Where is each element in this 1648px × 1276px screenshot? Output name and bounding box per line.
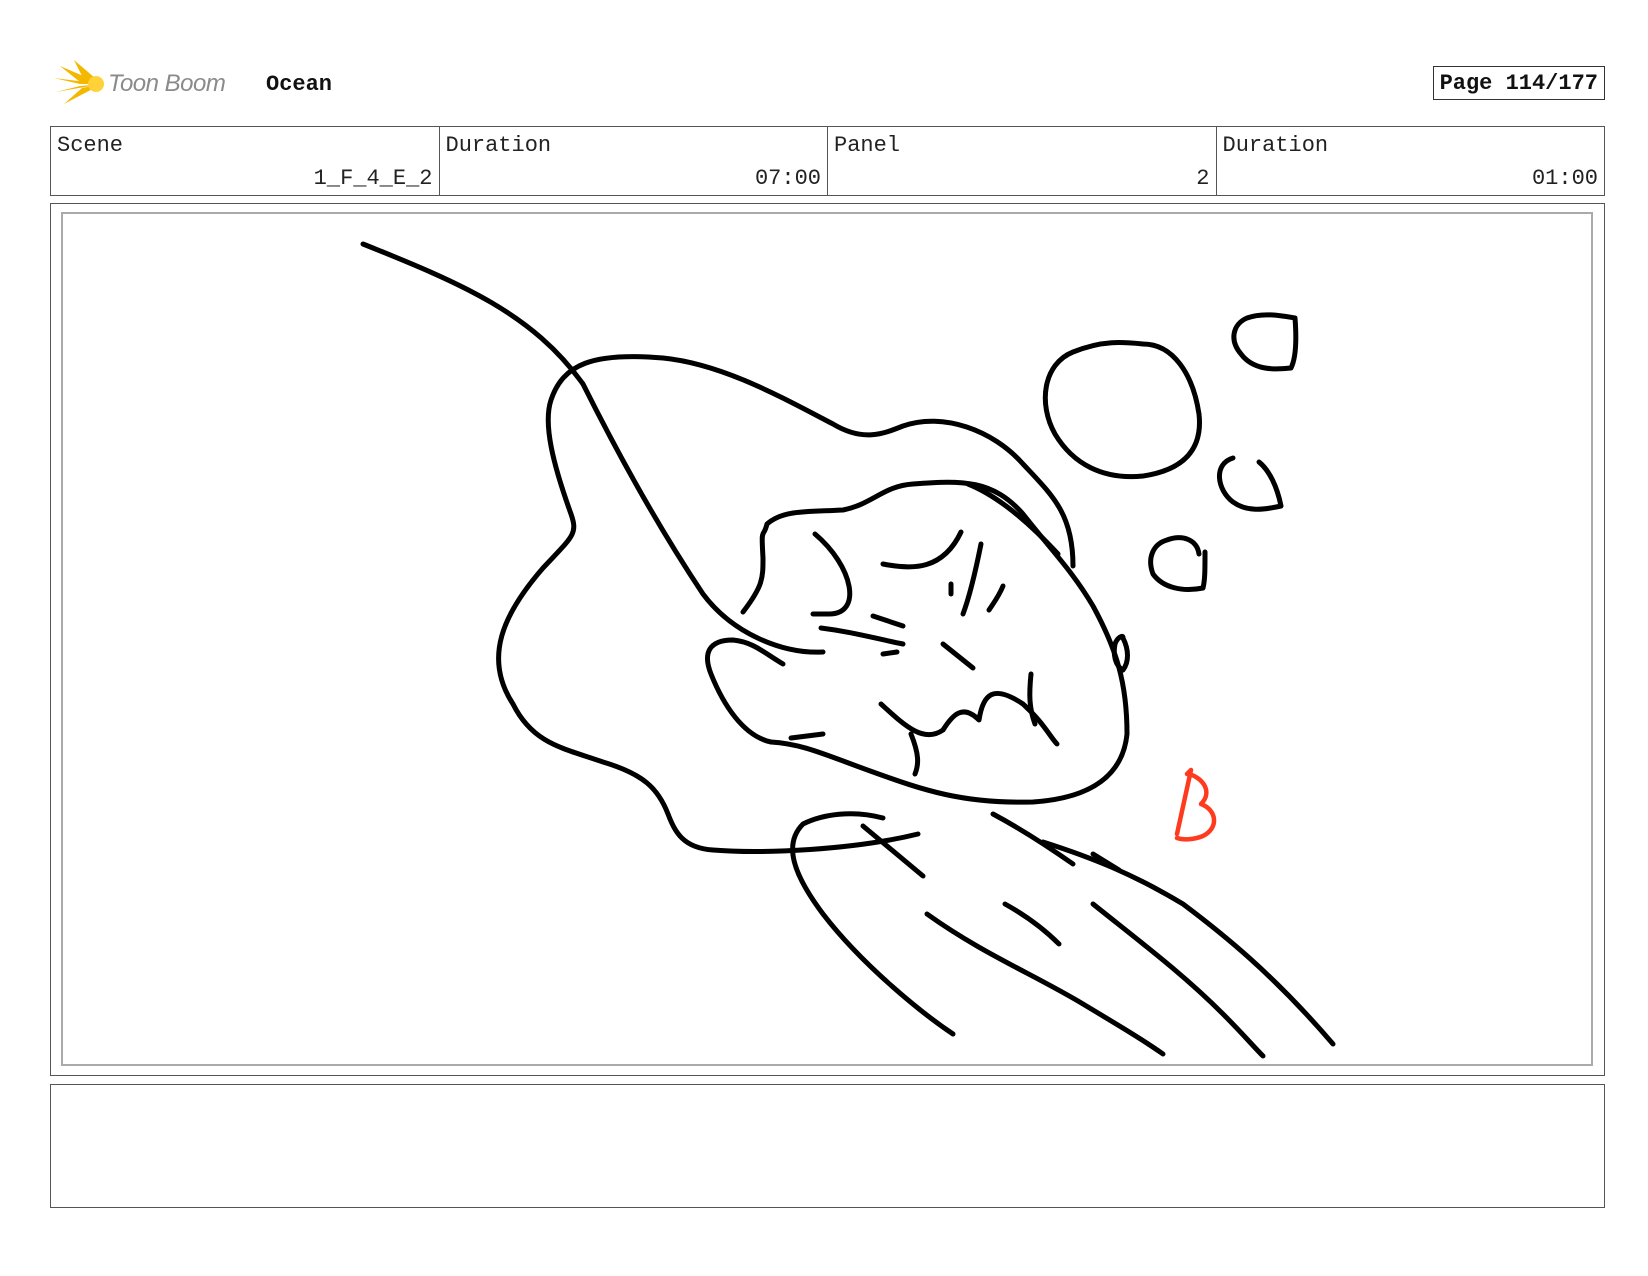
panel-duration-label: Duration xyxy=(1222,133,1329,158)
wrinkle-2 xyxy=(986,583,1006,613)
scene-value: 1_F_4_E_2 xyxy=(313,166,433,191)
scene-duration-cell: Duration 07:00 xyxy=(440,127,828,195)
scene-info-table: Scene 1_F_4_E_2 Duration 07:00 Panel 2 D… xyxy=(50,126,1605,196)
panel-cell: Panel 2 xyxy=(828,127,1217,195)
wrinkle-1 xyxy=(960,541,984,617)
mouth-right xyxy=(1027,671,1038,727)
bubble-mid xyxy=(1148,535,1208,592)
hair-left-outline xyxy=(496,354,1076,854)
body-line-2 xyxy=(1002,901,1062,947)
panel-duration-cell: Duration 01:00 xyxy=(1217,127,1605,195)
bubble-small xyxy=(1111,633,1130,673)
cheek-line-2 xyxy=(870,613,906,629)
scene-duration-label: Duration xyxy=(445,133,552,158)
scene-label: Scene xyxy=(57,133,124,158)
page-number: Page 114/177 xyxy=(1432,66,1605,100)
panel-canvas: B xyxy=(61,212,1593,1066)
cheek-line-1 xyxy=(818,625,906,647)
bubble-large xyxy=(1042,340,1202,480)
notes-text xyxy=(51,1085,1604,1101)
chin-line xyxy=(788,731,826,741)
panel-frame: B xyxy=(50,203,1605,1076)
starburst-icon xyxy=(54,60,104,104)
panel-label: Panel xyxy=(834,133,901,158)
left-eye xyxy=(810,531,853,617)
scene-duration-value: 07:00 xyxy=(754,166,821,191)
hair-outline xyxy=(360,241,826,655)
panel-duration-value: 01:00 xyxy=(1531,166,1598,191)
neck-line-2 xyxy=(990,811,1076,867)
mouth-left xyxy=(908,731,921,777)
bubble-right xyxy=(1217,455,1284,512)
body-line-1 xyxy=(924,911,1166,1057)
panel-notes-box[interactable] xyxy=(50,1084,1605,1208)
scene-cell: Scene 1_F_4_E_2 xyxy=(51,127,440,195)
body-line-3 xyxy=(1090,901,1266,1059)
right-eye xyxy=(880,529,964,570)
page-header: Toon Boom Ocean Page 114/177 xyxy=(50,58,1605,110)
cheek-line-3 xyxy=(880,649,900,657)
collar xyxy=(1040,839,1336,1047)
storyboard-sketch: B xyxy=(360,241,1336,1059)
annotation-mark xyxy=(1174,767,1217,842)
logo-text: Toon Boom xyxy=(108,70,226,97)
panel-value: 2 xyxy=(1196,166,1210,191)
project-title: Ocean xyxy=(266,72,333,97)
brow-mark xyxy=(940,641,976,671)
bubble-top xyxy=(1231,312,1299,372)
